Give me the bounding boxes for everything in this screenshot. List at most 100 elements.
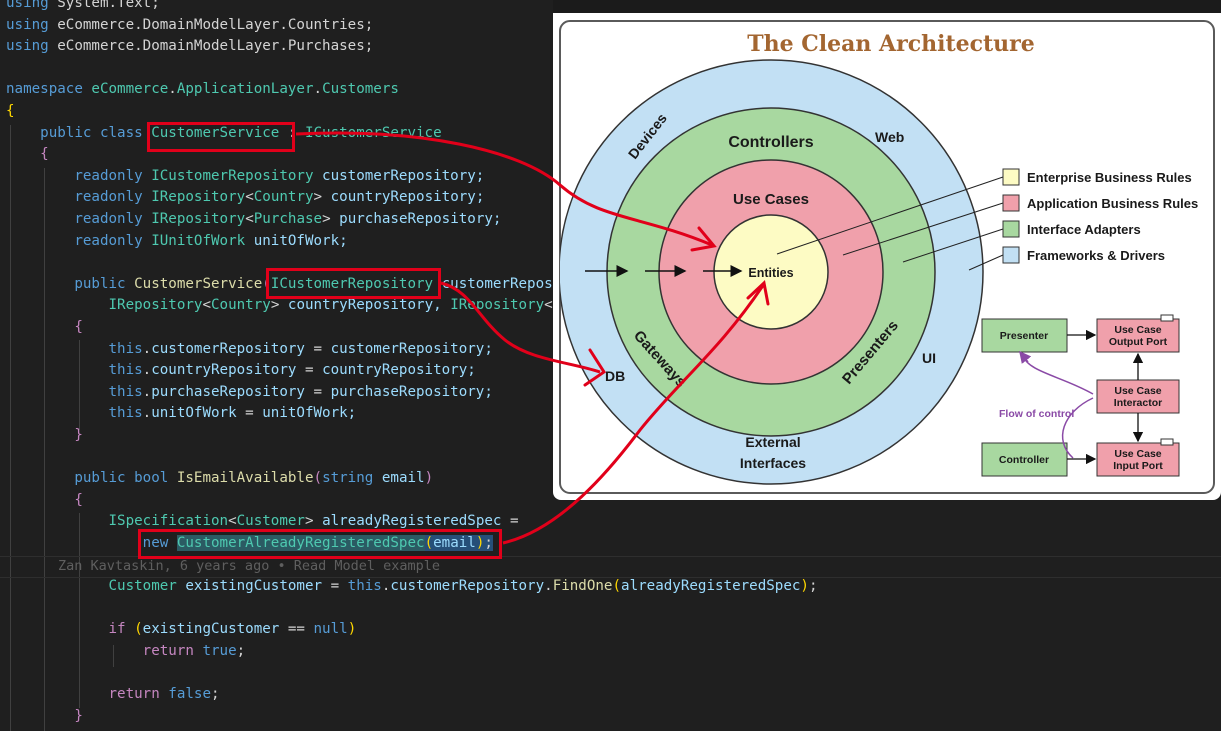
interface-marker [1160, 314, 1174, 322]
code-token: ICustomerService [304, 124, 442, 141]
code-line[interactable]: this.unitOfWork = unitOfWork; [6, 403, 356, 425]
code-token: < [202, 297, 212, 314]
ring-label-external: External [745, 434, 800, 450]
code-token: DomainModelLayer [142, 16, 280, 33]
code-token: eCommerce [57, 16, 135, 33]
code-token: > [304, 513, 323, 530]
code-token: this [6, 340, 143, 357]
code-line[interactable]: this.purchaseRepository = purchaseReposi… [6, 382, 493, 404]
code-line[interactable]: Customer existingCustomer = this.custome… [6, 576, 817, 598]
code-token: if [6, 621, 135, 638]
code-line[interactable]: using System.Text; [6, 0, 160, 15]
code-line[interactable]: this.customerRepository = customerReposi… [6, 339, 493, 361]
code-line[interactable]: readonly IRepository<Purchase> purchaseR… [6, 209, 501, 231]
code-line[interactable]: { [6, 144, 49, 166]
code-token: { [6, 491, 83, 508]
code-line[interactable]: this.countryRepository = countryReposito… [6, 360, 475, 382]
code-line[interactable]: } [6, 706, 83, 728]
code-token: { [6, 319, 83, 335]
flow-box-input-port-line2: Input Port [1113, 460, 1163, 472]
code-token: using [6, 0, 58, 11]
code-token: readonly [6, 167, 152, 184]
code-token: public [6, 124, 100, 141]
code-line[interactable]: readonly ICustomerRepository customerRep… [6, 166, 484, 188]
code-token: true [202, 643, 237, 659]
ring-label-ui: UI [922, 350, 936, 366]
flow-box-interactor-line1: Use Case [1114, 385, 1161, 397]
code-token: purchaseRepository [151, 383, 305, 400]
clean-architecture-diagram: The Clean Architecture Devices Web DB UI… [553, 0, 1221, 500]
code-token: = [501, 513, 519, 530]
legend-label-enterprise: Enterprise Business Rules [1027, 170, 1192, 185]
code-line[interactable]: readonly IRepository<Country> countryRep… [6, 187, 484, 209]
code-token: email [381, 470, 425, 487]
code-token: Purchases; [287, 38, 374, 55]
legend-label-application: Application Business Rules [1027, 196, 1198, 211]
code-line[interactable]: return false; [6, 684, 219, 706]
code-token: ) [424, 470, 434, 487]
code-token: namespace [6, 81, 92, 98]
code-line[interactable]: namespace eCommerce.ApplicationLayer.Cus… [6, 79, 399, 101]
code-token: ) [347, 621, 357, 638]
code-token: DomainModelLayer [142, 38, 280, 55]
code-token: = [236, 405, 263, 422]
diagram-title: The Clean Architecture [747, 31, 1035, 57]
code-line[interactable]: using eCommerce.DomainModelLayer.Purchas… [6, 36, 373, 58]
code-token: countryRepository [151, 362, 297, 379]
code-token: Country [211, 297, 271, 314]
code-token: countryRepository, [287, 297, 451, 314]
ring-label-db: DB [605, 368, 625, 384]
legend-swatch-frameworks [1002, 246, 1020, 264]
code-token: alreadyRegisteredSpec [322, 513, 502, 530]
code-token: customerRepository; [330, 340, 493, 357]
code-token: unitOfWork; [262, 405, 357, 422]
code-token: countryRepository; [330, 189, 485, 206]
code-token: ApplicationLayer [176, 81, 314, 98]
code-token: this [6, 405, 143, 422]
code-token: > [322, 211, 340, 227]
code-token: purchaseRepository; [330, 383, 493, 400]
code-token: < [544, 297, 553, 314]
legend-label-frameworks: Frameworks & Drivers [1027, 248, 1165, 263]
legend-label-adapters: Interface Adapters [1027, 222, 1141, 237]
annotation-box-icustomer-repository [266, 268, 441, 299]
code-line[interactable]: readonly IUnitOfWork unitOfWork; [6, 231, 347, 253]
code-token: existingCustomer [185, 578, 323, 595]
code-line[interactable]: return true; [6, 641, 246, 663]
code-token: Country [253, 189, 314, 206]
code-token: { [6, 146, 49, 163]
code-line[interactable]: using eCommerce.DomainModelLayer.Countri… [6, 15, 373, 37]
code-line[interactable]: { [6, 317, 83, 339]
code-token: alreadyRegisteredSpec [621, 578, 801, 595]
code-token: > [313, 189, 331, 206]
code-token: System.Text; [57, 0, 160, 11]
code-token: . [142, 405, 152, 422]
code-token: < [245, 189, 254, 206]
ring-label-controllers: Controllers [728, 134, 813, 151]
ring-label-web: Web [875, 129, 904, 145]
code-line[interactable]: { [6, 101, 15, 123]
code-token: return [6, 643, 203, 659]
code-line[interactable]: { [6, 490, 83, 512]
flow-box-output-port-line1: Use Case [1114, 324, 1161, 336]
code-token: IRepository [6, 297, 203, 314]
code-line[interactable]: public bool IsEmailAvailable(string emai… [6, 468, 433, 490]
git-blame-annotation: Zan Kavtaskin, 6 years ago • Read Model … [58, 558, 441, 574]
code-token: existingCustomer [142, 621, 280, 638]
code-token: . [313, 81, 323, 98]
code-token: readonly [6, 232, 152, 249]
code-token: ( [612, 578, 622, 595]
code-line[interactable]: if (existingCustomer == null) [6, 619, 356, 641]
code-token: ISpecification [6, 513, 229, 530]
code-token: eCommerce [57, 38, 135, 55]
code-token: purchaseRepository; [339, 211, 502, 227]
annotation-box-customer-already-registered-spec [138, 529, 502, 559]
code-token: ; [236, 643, 246, 659]
code-token: customerRepository [390, 578, 545, 595]
code-token: IsEmailAvailable [176, 470, 314, 487]
code-line[interactable]: } [6, 425, 83, 447]
code-token: unitOfWork [151, 405, 237, 422]
code-token: } [6, 707, 83, 724]
code-token: bool [134, 470, 177, 487]
interface-marker [1160, 438, 1174, 446]
